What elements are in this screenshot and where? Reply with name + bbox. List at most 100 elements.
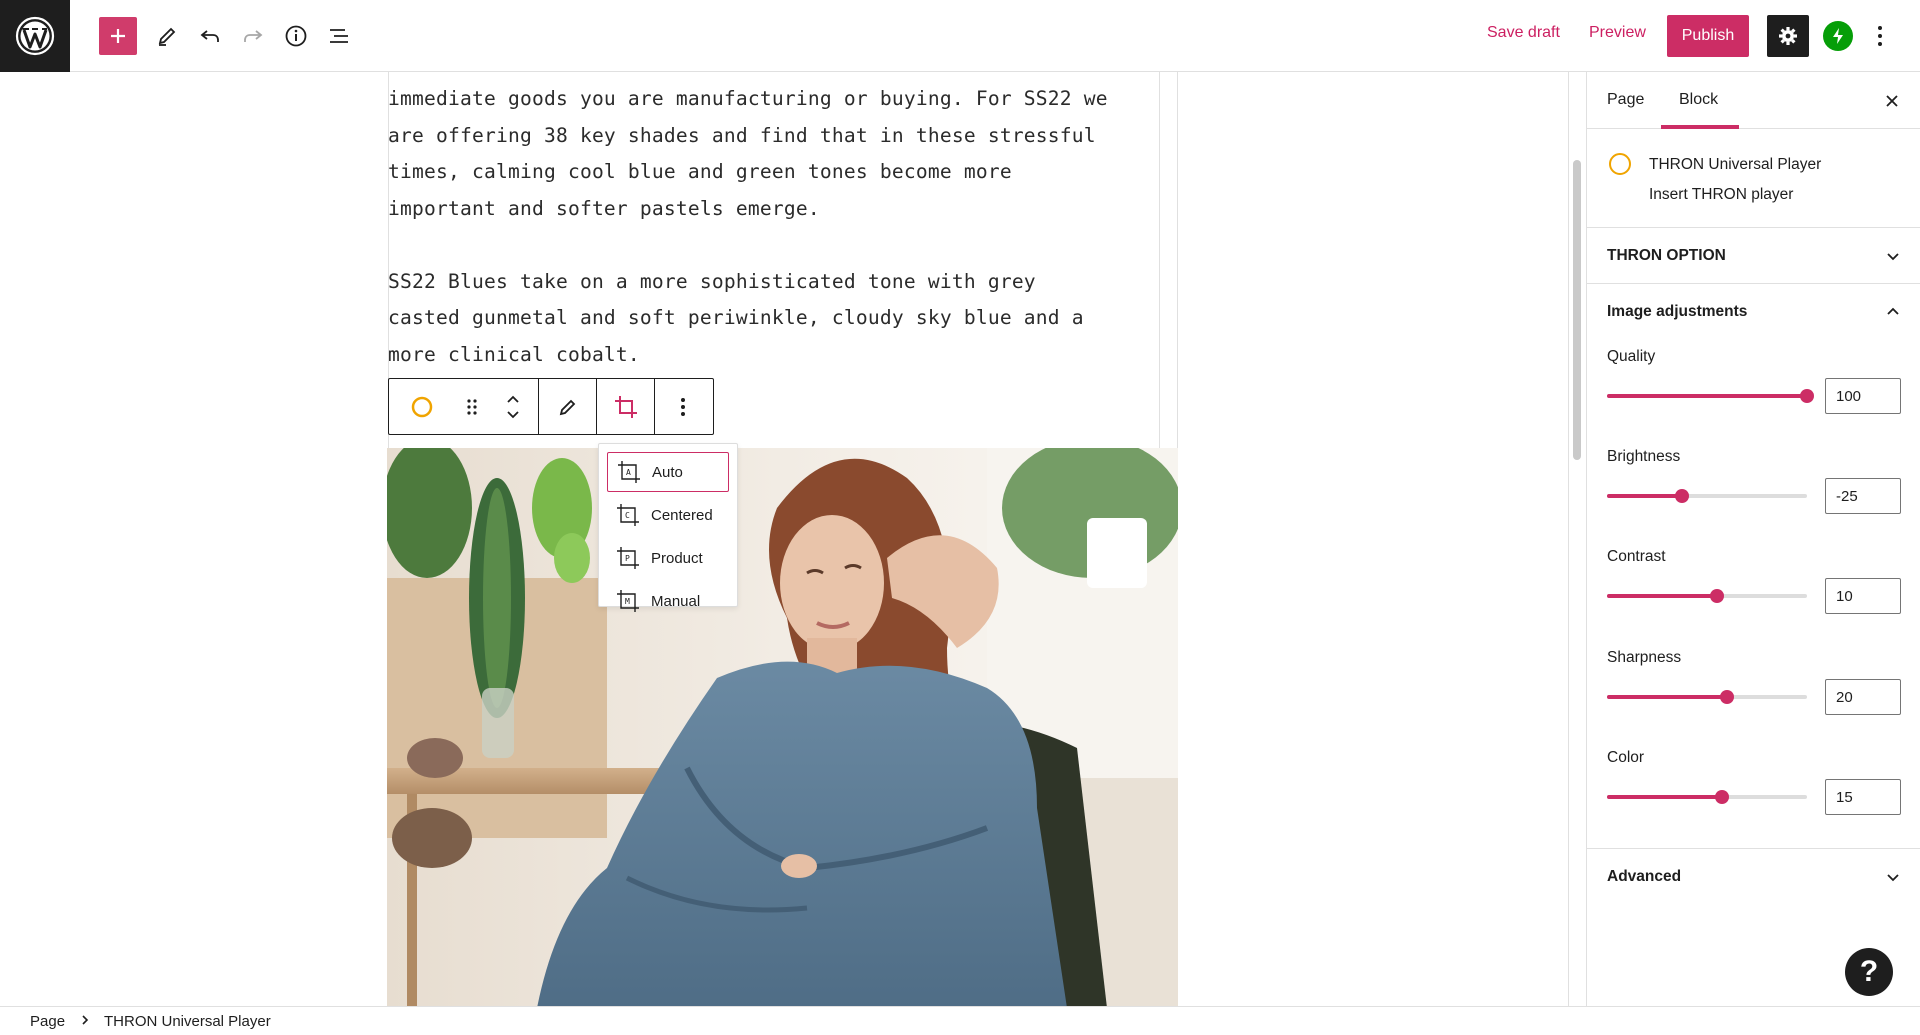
info-icon	[285, 25, 307, 47]
thron-player-image[interactable]	[387, 448, 1178, 1006]
close-sidebar-button[interactable]	[1881, 90, 1903, 112]
block-card: THRON Universal Player Insert THRON play…	[1587, 129, 1920, 228]
paragraph-line[interactable]: important and softer pastels emerge.	[388, 191, 1178, 228]
chevron-up-icon	[1887, 307, 1899, 315]
gear-icon	[1779, 27, 1797, 45]
pencil-icon	[559, 399, 575, 415]
quality-label: Quality	[1607, 348, 1656, 365]
panel-title: Advanced	[1607, 868, 1682, 885]
panel-thron-option[interactable]: THRON OPTION	[1587, 228, 1920, 284]
tab-block[interactable]: Block	[1679, 91, 1718, 109]
drag-handle[interactable]	[455, 379, 489, 434]
paragraph-line[interactable]: times, calming cool blue and green tones…	[388, 154, 1178, 191]
editor-scrollbar-thumb[interactable]	[1573, 160, 1581, 460]
block-breadcrumb: Page THRON Universal Player	[0, 1006, 1920, 1035]
add-block-button[interactable]	[99, 17, 137, 55]
paragraph-line[interactable]: are offering 38 key shades and find that…	[388, 118, 1178, 155]
crop-manual-icon: M	[617, 590, 639, 612]
breadcrumb-page[interactable]: Page	[30, 1013, 65, 1030]
crop-option-centered[interactable]: C Centered	[607, 495, 729, 535]
block-options-button[interactable]	[655, 379, 711, 434]
jetpack-button[interactable]	[1823, 21, 1853, 51]
slider-thumb[interactable]	[1675, 489, 1689, 503]
crop-option-label: Product	[651, 549, 703, 567]
drag-handle-icon	[467, 398, 477, 415]
contrast-input[interactable]	[1825, 578, 1901, 614]
slider-fill	[1607, 795, 1722, 799]
brightness-label: Brightness	[1607, 448, 1681, 465]
details-button[interactable]	[277, 17, 315, 55]
slider-thumb[interactable]	[1720, 690, 1734, 704]
block-toolbar-group-crop	[597, 379, 655, 434]
block-card-title: THRON Universal Player	[1649, 156, 1822, 173]
svg-text:M: M	[625, 597, 630, 606]
brightness-slider[interactable]	[1607, 486, 1807, 506]
crop-option-label: Auto	[652, 463, 683, 481]
editor-header: Save draft Preview Publish	[0, 0, 1920, 72]
options-menu-button[interactable]	[1870, 21, 1890, 51]
paragraph-line-cut: the to e tones to be bought by ensure	[388, 72, 1178, 74]
tools-button[interactable]	[148, 17, 186, 55]
paragraph-line[interactable]: immediate goods you are manufacturing or…	[388, 81, 1178, 118]
paragraph-line[interactable]: more clinical cobalt.	[388, 337, 1178, 374]
panel-image-adjustments[interactable]: Image adjustments	[1587, 284, 1920, 340]
crop-option-label: Centered	[651, 506, 713, 524]
brightness-input[interactable]	[1825, 478, 1901, 514]
edit-button[interactable]	[539, 379, 596, 434]
crop-option-manual[interactable]: M Manual	[607, 581, 729, 621]
contrast-label: Contrast	[1607, 548, 1666, 565]
chevron-down-icon[interactable]	[505, 410, 521, 420]
breadcrumb-current-block[interactable]: THRON Universal Player	[104, 1013, 271, 1030]
chevron-right-icon	[82, 1015, 89, 1025]
tab-page[interactable]: Page	[1607, 91, 1644, 109]
slider-fill	[1607, 494, 1682, 498]
kebab-dot	[681, 404, 685, 409]
block-type-button[interactable]	[389, 379, 455, 434]
thron-ring-icon	[1609, 153, 1631, 175]
panel-advanced[interactable]: Advanced	[1587, 849, 1920, 905]
color-label: Color	[1607, 749, 1645, 766]
paragraph-line[interactable]: SS22 Blues take on a more sophisticated …	[388, 264, 1178, 301]
quality-slider[interactable]	[1607, 386, 1814, 406]
chevron-up-icon[interactable]	[505, 394, 521, 404]
wordpress-logo-button[interactable]	[0, 0, 70, 72]
redo-button[interactable]	[234, 17, 272, 55]
save-draft-button[interactable]: Save draft	[1487, 24, 1560, 42]
close-icon	[1886, 95, 1898, 107]
slider-fill	[1607, 594, 1717, 598]
svg-text:C: C	[625, 511, 630, 520]
crop-option-product[interactable]: P Product	[607, 538, 729, 578]
list-view-button[interactable]	[320, 17, 358, 55]
undo-button[interactable]	[191, 17, 229, 55]
kebab-dot	[681, 411, 685, 416]
plus-icon	[111, 29, 125, 43]
contrast-slider[interactable]	[1607, 586, 1807, 606]
move-block-buttons[interactable]	[489, 379, 537, 434]
settings-button[interactable]	[1767, 15, 1809, 57]
crop-option-label: Manual	[651, 592, 701, 610]
panel-title: Image adjustments	[1607, 303, 1748, 320]
svg-text:A: A	[626, 468, 631, 477]
quality-input[interactable]	[1825, 378, 1901, 414]
publish-button[interactable]: Publish	[1667, 15, 1749, 57]
crop-button[interactable]	[597, 379, 654, 434]
slider-fill	[1607, 394, 1807, 398]
block-toolbar	[388, 378, 714, 435]
slider-thumb[interactable]	[1715, 790, 1729, 804]
thron-ring-icon	[411, 396, 433, 417]
settings-sidebar: Page Block THRON Universal Player Insert…	[1586, 72, 1920, 1006]
slider-thumb[interactable]	[1710, 589, 1724, 603]
help-button[interactable]: ?	[1845, 948, 1893, 996]
crop-option-auto[interactable]: A Auto	[607, 452, 729, 492]
slider-thumb[interactable]	[1800, 389, 1814, 403]
paragraph-line[interactable]: casted gunmetal and soft periwinkle, clo…	[388, 300, 1178, 337]
color-input[interactable]	[1825, 779, 1901, 815]
sharpness-input[interactable]	[1825, 679, 1901, 715]
chevron-down-icon	[1887, 253, 1899, 261]
slider-fill	[1607, 695, 1727, 699]
kebab-dot	[1878, 34, 1882, 38]
color-slider[interactable]	[1607, 787, 1807, 807]
preview-button[interactable]: Preview	[1589, 24, 1646, 42]
sharpness-label: Sharpness	[1607, 649, 1682, 666]
sharpness-slider[interactable]	[1607, 687, 1807, 707]
